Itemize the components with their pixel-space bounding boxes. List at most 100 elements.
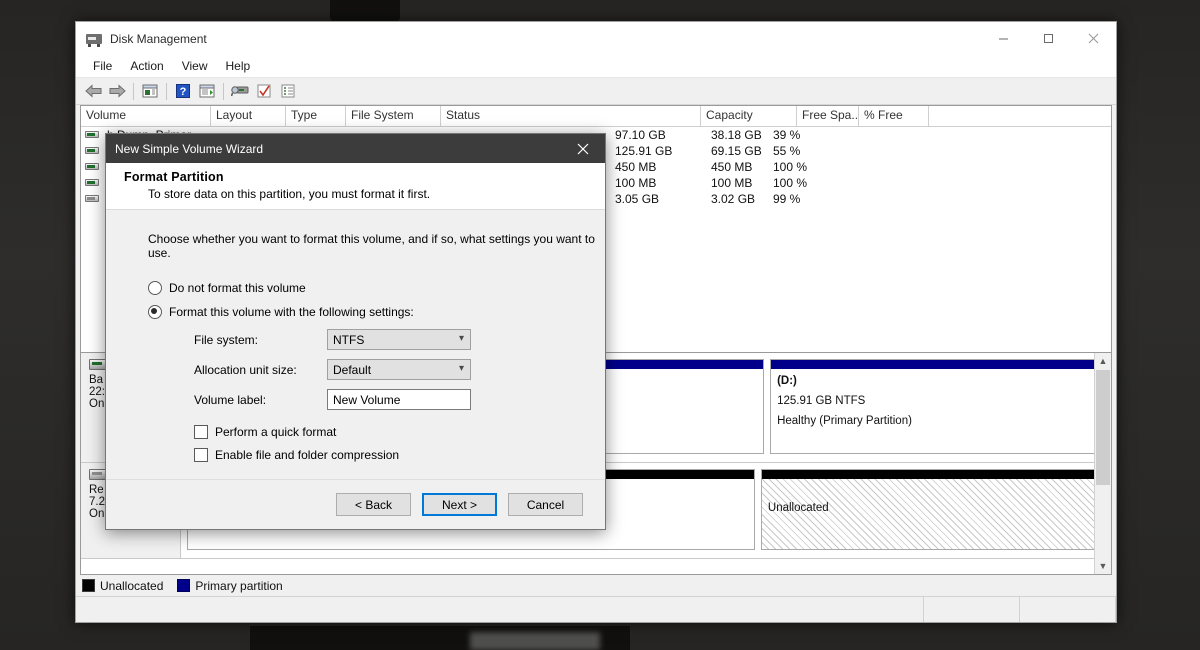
maximize-button[interactable] bbox=[1026, 22, 1071, 55]
help-icon: ? bbox=[176, 84, 190, 98]
dialog-titlebar: New Simple Volume Wizard bbox=[106, 134, 605, 163]
volume-list-header: Volume Layout Type File System Status Ca… bbox=[81, 106, 1111, 127]
radio-format-volume[interactable]: Format this volume with the following se… bbox=[148, 305, 605, 319]
toolbar-separator bbox=[223, 83, 224, 100]
toolbar-separator bbox=[166, 83, 167, 100]
legend-swatch-unallocated bbox=[82, 579, 95, 592]
column-header-layout[interactable]: Layout bbox=[211, 106, 286, 126]
window-title: Disk Management bbox=[110, 32, 207, 46]
dialog-header: Format Partition To store data on this p… bbox=[106, 163, 605, 210]
svg-text:?: ? bbox=[180, 86, 187, 98]
checkbox-perform-quick-format[interactable]: Perform a quick format bbox=[194, 425, 605, 439]
cell-percent-free: 99 % bbox=[770, 192, 840, 206]
partition-block[interactable]: (D:) 125.91 GB NTFS Healthy (Primary Par… bbox=[770, 359, 1103, 454]
cancel-button[interactable]: Cancel bbox=[508, 493, 583, 516]
volume-label-input[interactable]: New Volume bbox=[327, 389, 471, 410]
page-subtitle: To store data on this partition, you mus… bbox=[148, 187, 605, 201]
list-view-button[interactable] bbox=[276, 80, 300, 102]
dialog-body: Choose whether you want to format this v… bbox=[106, 210, 605, 479]
toolbar-separator bbox=[133, 83, 134, 100]
field-label: File system: bbox=[194, 333, 327, 347]
show-hide-console-tree-button[interactable] bbox=[138, 80, 162, 102]
column-header-file-system[interactable]: File System bbox=[346, 106, 441, 126]
column-header-status[interactable]: Status bbox=[441, 106, 701, 126]
partition-usage-bar bbox=[762, 470, 1102, 479]
show-hide-console-tree-icon bbox=[142, 84, 158, 98]
field-allocation-unit-size: Allocation unit size: Default ▾ bbox=[194, 359, 605, 380]
column-header-capacity[interactable]: Capacity bbox=[701, 106, 797, 126]
close-button[interactable] bbox=[1071, 22, 1116, 55]
cell-capacity: 450 MB bbox=[612, 160, 708, 174]
close-icon bbox=[577, 143, 589, 155]
radio-button-selected-icon[interactable] bbox=[148, 305, 162, 319]
list-view-icon bbox=[281, 84, 296, 98]
cell-free-space: 38.18 GB bbox=[708, 128, 770, 142]
forward-button[interactable] bbox=[105, 80, 129, 102]
next-button[interactable]: Next > bbox=[422, 493, 497, 516]
disk-pane-scrollbar[interactable]: ▲ ▼ bbox=[1094, 353, 1111, 574]
checkbox-icon[interactable] bbox=[194, 425, 208, 439]
partition-status: Unallocated bbox=[762, 479, 1102, 516]
properties-button[interactable] bbox=[252, 80, 276, 102]
page-title: Format Partition bbox=[124, 170, 605, 184]
status-bar-main bbox=[76, 597, 924, 622]
properties-icon bbox=[257, 84, 272, 98]
legend: Unallocated Primary partition bbox=[76, 575, 1116, 596]
radio-do-not-format[interactable]: Do not format this volume bbox=[148, 281, 605, 295]
column-header-blank[interactable] bbox=[929, 106, 1109, 126]
cell-percent-free: 100 % bbox=[770, 176, 840, 190]
scroll-up-arrow-icon[interactable]: ▲ bbox=[1095, 353, 1111, 369]
cell-capacity: 125.91 GB bbox=[612, 144, 708, 158]
legend-label-primary-partition: Primary partition bbox=[195, 579, 282, 593]
cell-percent-free: 39 % bbox=[770, 128, 840, 142]
window-controls bbox=[981, 22, 1116, 55]
volume-icon bbox=[84, 175, 100, 191]
scroll-down-arrow-icon[interactable]: ▼ bbox=[1095, 558, 1111, 574]
column-header-volume[interactable]: Volume bbox=[81, 106, 211, 126]
checkbox-enable-compression[interactable]: Enable file and folder compression bbox=[194, 448, 605, 462]
volume-icon bbox=[84, 127, 100, 143]
cell-capacity: 100 MB bbox=[612, 176, 708, 190]
cell-percent-free: 100 % bbox=[770, 160, 840, 174]
cell-free-space: 3.02 GB bbox=[708, 192, 770, 206]
minimize-button[interactable] bbox=[981, 22, 1026, 55]
back-button[interactable] bbox=[81, 80, 105, 102]
rescan-disks-button[interactable] bbox=[228, 80, 252, 102]
partition-size: 125.91 GB NTFS bbox=[771, 389, 1102, 409]
file-system-select[interactable]: NTFS ▾ bbox=[327, 329, 471, 350]
field-file-system: File system: NTFS ▾ bbox=[194, 329, 605, 350]
radio-button-icon[interactable] bbox=[148, 281, 162, 295]
column-header-free-space[interactable]: Free Spa... bbox=[797, 106, 859, 126]
cell-capacity: 3.05 GB bbox=[612, 192, 708, 206]
radio-label: Do not format this volume bbox=[169, 281, 306, 295]
menu-view[interactable]: View bbox=[173, 57, 217, 75]
cell-free-space: 450 MB bbox=[708, 160, 770, 174]
scrollbar-thumb[interactable] bbox=[1096, 370, 1110, 485]
allocation-unit-size-select[interactable]: Default ▾ bbox=[327, 359, 471, 380]
dialog-title: New Simple Volume Wizard bbox=[115, 142, 263, 156]
back-arrow-icon bbox=[85, 84, 102, 98]
forward-arrow-icon bbox=[109, 84, 126, 98]
legend-label-unallocated: Unallocated bbox=[100, 579, 163, 593]
show-hide-action-pane-button[interactable] bbox=[195, 80, 219, 102]
menu-help[interactable]: Help bbox=[217, 57, 260, 75]
menu-bar: File Action View Help bbox=[76, 55, 1116, 78]
intro-text: Choose whether you want to format this v… bbox=[148, 232, 605, 260]
window-titlebar: Disk Management bbox=[76, 22, 1116, 55]
partition-block-unallocated[interactable]: Unallocated bbox=[761, 469, 1103, 550]
help-button[interactable]: ? bbox=[171, 80, 195, 102]
dialog-close-button[interactable] bbox=[560, 134, 605, 163]
checkbox-icon[interactable] bbox=[194, 448, 208, 462]
rescan-disks-icon bbox=[231, 84, 249, 98]
close-icon bbox=[1088, 33, 1099, 44]
back-button[interactable]: < Back bbox=[336, 493, 411, 516]
column-header-type[interactable]: Type bbox=[286, 106, 346, 126]
legend-swatch-primary-partition bbox=[177, 579, 190, 592]
radio-label: Format this volume with the following se… bbox=[169, 305, 414, 319]
menu-file[interactable]: File bbox=[84, 57, 121, 75]
volume-icon bbox=[84, 159, 100, 175]
column-header-percent-free[interactable]: % Free bbox=[859, 106, 929, 126]
menu-action[interactable]: Action bbox=[121, 57, 172, 75]
partition-title: (D:) bbox=[771, 369, 1102, 389]
show-hide-action-pane-icon bbox=[199, 84, 215, 98]
